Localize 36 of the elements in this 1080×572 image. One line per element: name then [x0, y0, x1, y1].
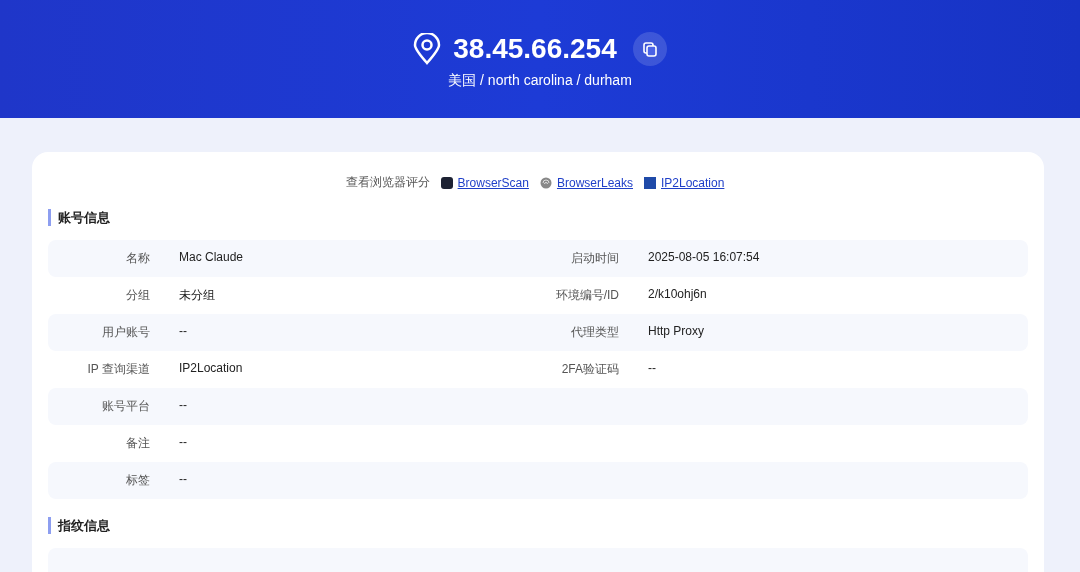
ip-location: 美国 / north carolina / durham	[448, 72, 632, 90]
field-label: 环境编号/ID	[554, 287, 619, 304]
copy-icon	[641, 41, 658, 57]
score-link[interactable]: BrowserScan	[457, 175, 529, 190]
field-label: IP 查询渠道	[86, 361, 150, 378]
field-label: 标签	[125, 472, 150, 489]
field-label: 名称	[125, 250, 150, 267]
score-link[interactable]: IP2Location	[661, 175, 725, 190]
score-link[interactable]: BrowserLeaks	[556, 175, 633, 190]
field-label: 分组	[125, 287, 150, 304]
section-title: 账号信息	[48, 209, 1028, 226]
field-value: IP2Location	[179, 361, 243, 377]
field-label: 启动时间	[570, 250, 619, 267]
field-value: --	[179, 435, 187, 451]
location-pin-icon	[413, 33, 442, 65]
field-value: Mac Claude	[179, 250, 244, 266]
field-value: --	[179, 324, 187, 340]
score-label: 查看浏览器评分	[345, 174, 430, 191]
app-logo-icon	[440, 176, 453, 189]
field-label: 用户账号	[101, 324, 150, 341]
field-value: --	[648, 361, 656, 377]
field-label: 备注	[125, 435, 150, 452]
field-value: 2/k10ohj6n	[648, 287, 707, 303]
field-value: --	[179, 398, 187, 414]
copy-button[interactable]	[632, 32, 667, 66]
ip-logo-icon	[644, 176, 656, 189]
fingerprint-icon	[539, 176, 552, 189]
field-value: --	[179, 472, 187, 488]
field-value: 2025-08-05 16:07:54	[648, 250, 760, 266]
field-label: 代理类型	[570, 324, 619, 341]
ip-address: 38.45.66.254	[453, 33, 617, 65]
field-label: 2FA验证码	[560, 361, 619, 378]
field-value: 未分组	[179, 287, 215, 304]
field-value: Http Proxy	[648, 324, 704, 340]
section-title: 指纹信息	[48, 517, 1028, 534]
field-label: 账号平台	[101, 398, 150, 415]
